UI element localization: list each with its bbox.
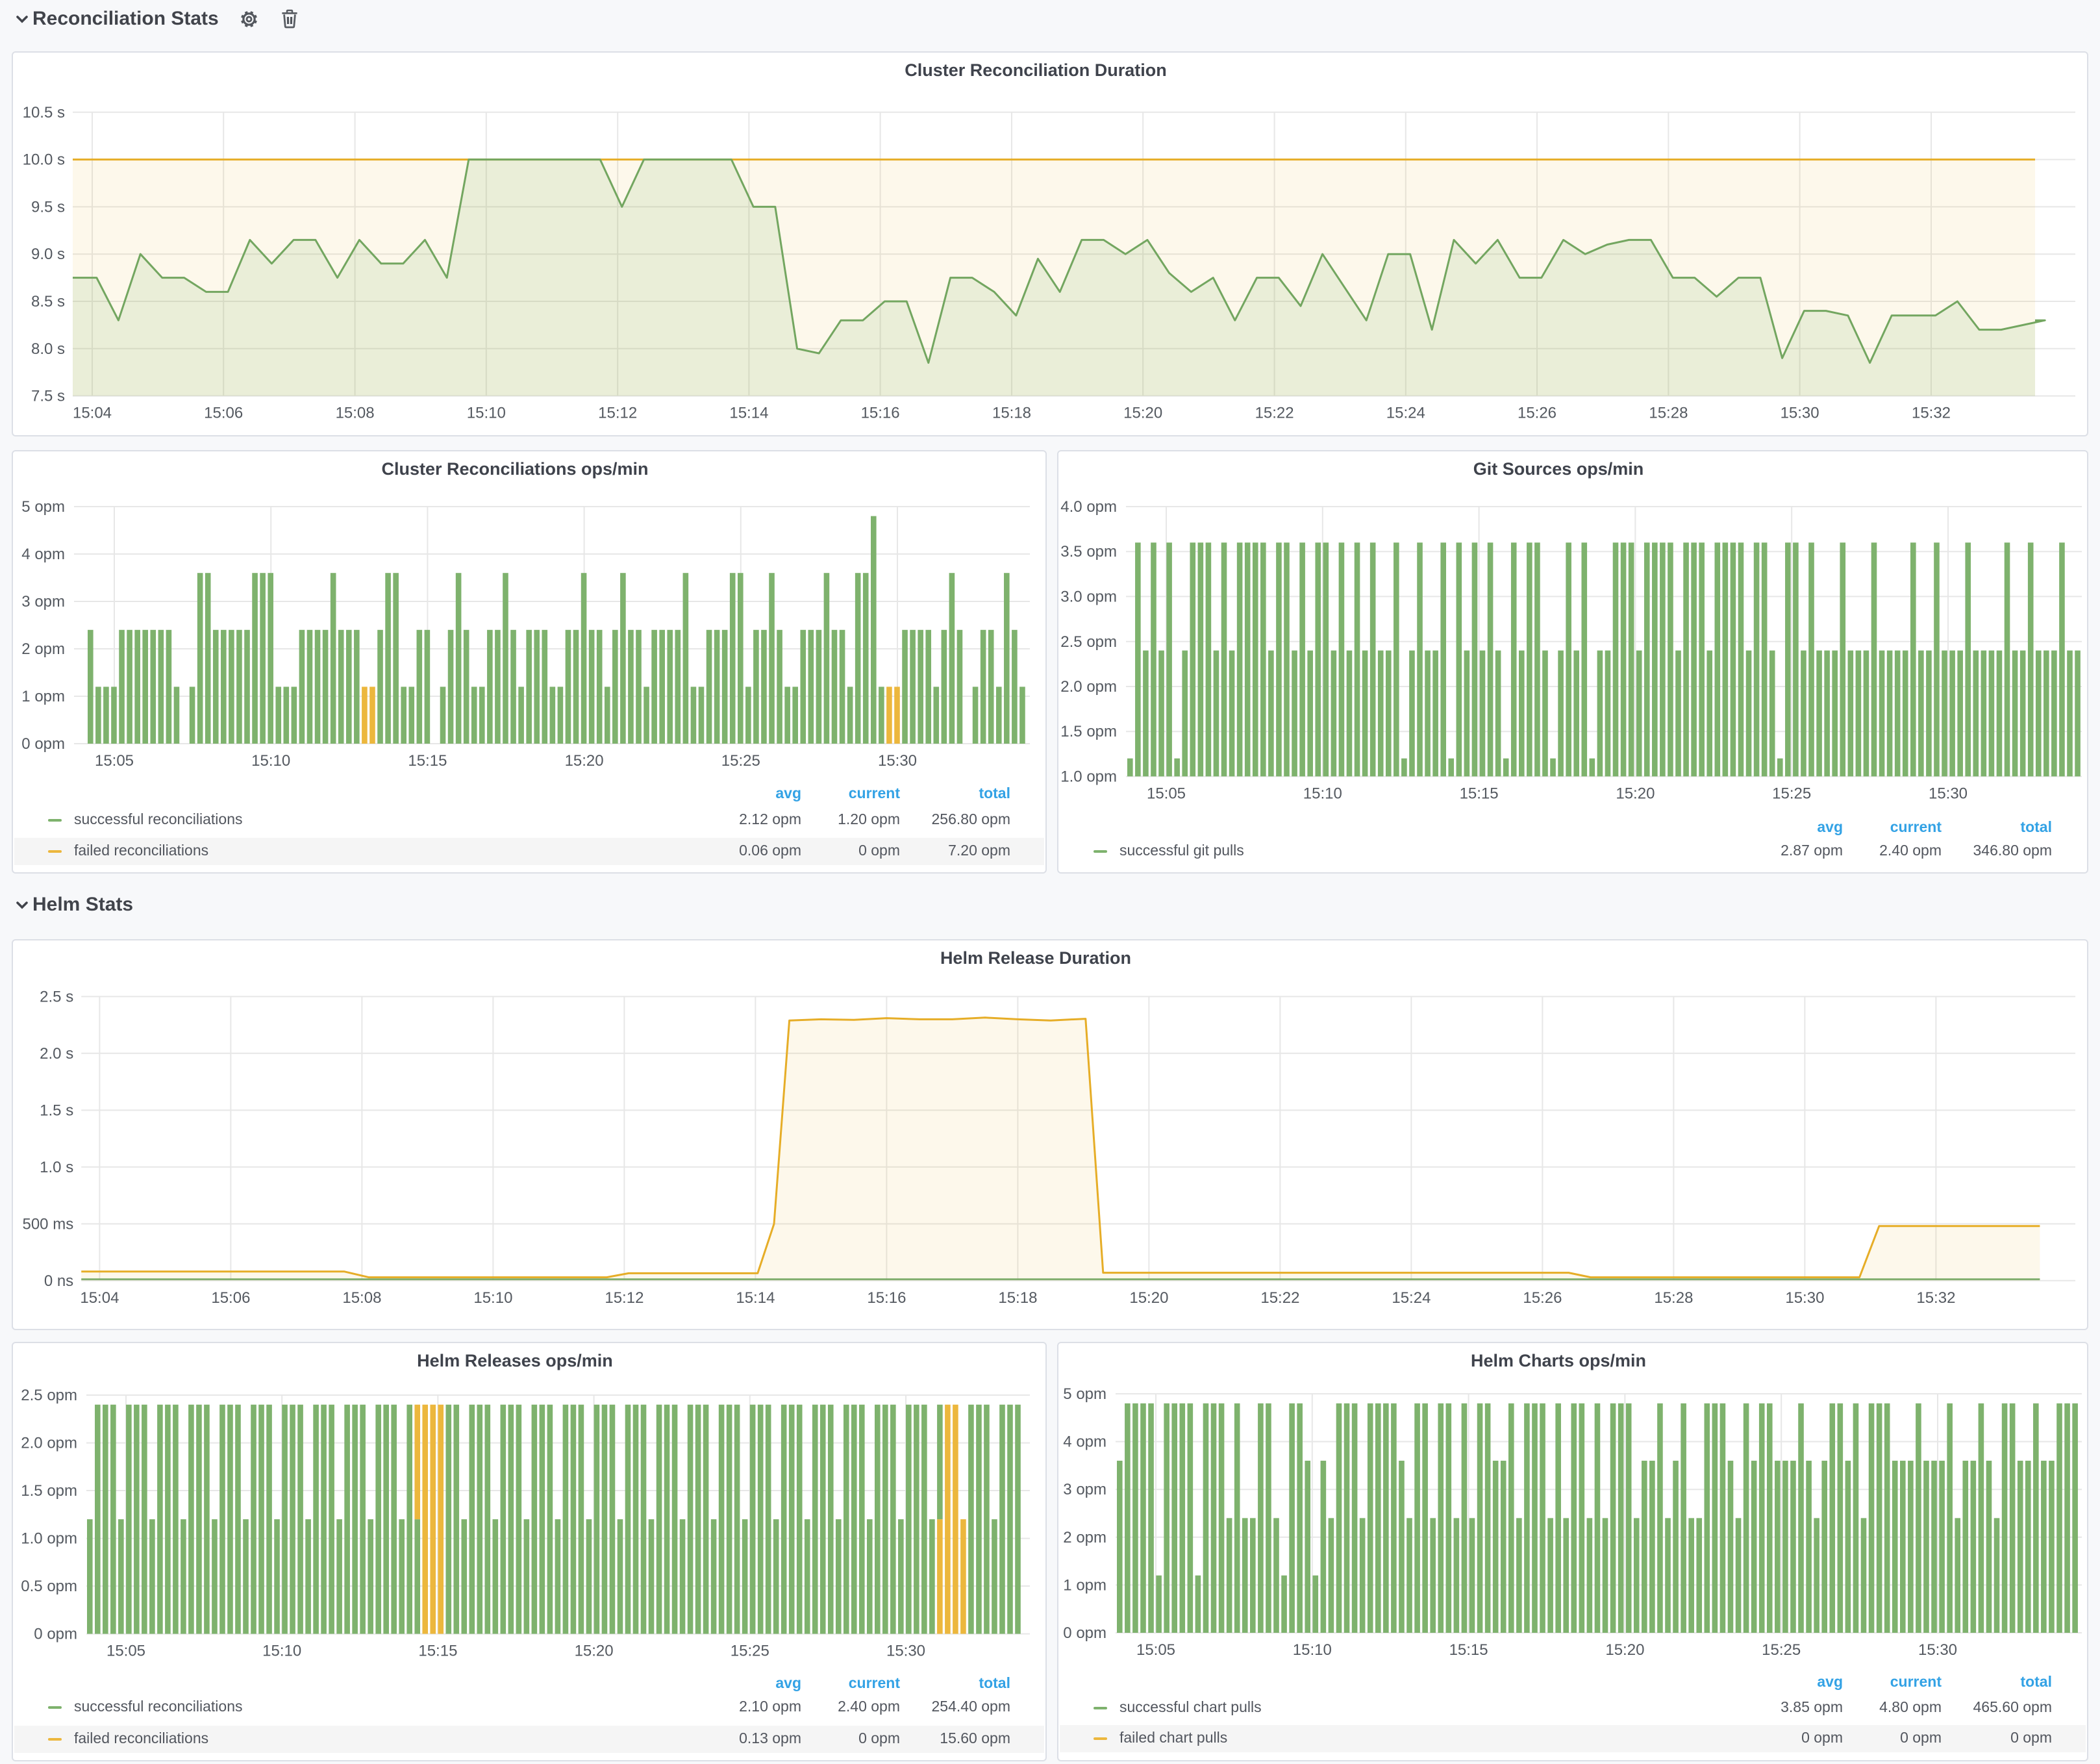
svg-text:15:15: 15:15 xyxy=(1449,1641,1488,1659)
svg-text:5 opm: 5 opm xyxy=(1063,1385,1106,1403)
svg-text:15:04: 15:04 xyxy=(80,1289,119,1307)
svg-text:15:18: 15:18 xyxy=(992,405,1031,422)
svg-text:15:22: 15:22 xyxy=(1260,1289,1299,1307)
svg-text:15:30: 15:30 xyxy=(1785,1289,1824,1307)
svg-text:2 opm: 2 opm xyxy=(21,640,65,658)
svg-text:3.5 opm: 3.5 opm xyxy=(1060,543,1117,561)
svg-text:0 opm: 0 opm xyxy=(34,1626,77,1643)
svg-text:15:12: 15:12 xyxy=(598,405,637,422)
svg-text:10.0 s: 10.0 s xyxy=(23,151,65,169)
svg-text:15:25: 15:25 xyxy=(731,1643,769,1660)
svg-text:5 opm: 5 opm xyxy=(21,498,65,516)
svg-text:15:30: 15:30 xyxy=(1781,405,1819,422)
svg-text:15:08: 15:08 xyxy=(342,1289,381,1307)
svg-text:15:15: 15:15 xyxy=(408,752,447,770)
svg-text:15:28: 15:28 xyxy=(1649,405,1688,422)
svg-text:1 opm: 1 opm xyxy=(21,688,65,705)
svg-text:15:14: 15:14 xyxy=(729,405,768,422)
svg-text:0 opm: 0 opm xyxy=(21,735,65,753)
svg-text:15:30: 15:30 xyxy=(1929,785,1968,802)
svg-text:2 opm: 2 opm xyxy=(1063,1529,1106,1546)
svg-text:15:30: 15:30 xyxy=(1918,1641,1957,1659)
svg-text:0.5 opm: 0.5 opm xyxy=(21,1578,77,1595)
svg-text:3 opm: 3 opm xyxy=(21,593,65,611)
svg-text:15:25: 15:25 xyxy=(721,752,760,770)
svg-text:3.0 opm: 3.0 opm xyxy=(1060,588,1117,605)
svg-text:15:15: 15:15 xyxy=(418,1643,457,1660)
svg-text:0 opm: 0 opm xyxy=(1063,1624,1106,1642)
svg-text:1.0 s: 1.0 s xyxy=(40,1159,73,1176)
svg-text:4.0 opm: 4.0 opm xyxy=(1060,498,1117,516)
svg-text:500 ms: 500 ms xyxy=(22,1215,73,1233)
svg-text:15:12: 15:12 xyxy=(605,1289,644,1307)
svg-text:15:26: 15:26 xyxy=(1523,1289,1562,1307)
svg-text:15:20: 15:20 xyxy=(575,1643,614,1660)
svg-text:15:25: 15:25 xyxy=(1762,1641,1801,1659)
svg-text:0 ns: 0 ns xyxy=(44,1272,73,1290)
svg-text:4 opm: 4 opm xyxy=(1063,1433,1106,1451)
svg-text:15:22: 15:22 xyxy=(1255,405,1294,422)
svg-text:1.5 opm: 1.5 opm xyxy=(21,1482,77,1500)
svg-text:15:06: 15:06 xyxy=(204,405,243,422)
svg-text:8.0 s: 8.0 s xyxy=(31,340,65,358)
svg-text:1 opm: 1 opm xyxy=(1063,1576,1106,1594)
svg-text:2.5 opm: 2.5 opm xyxy=(21,1387,77,1404)
svg-text:2.5 opm: 2.5 opm xyxy=(1060,633,1117,651)
svg-text:15:16: 15:16 xyxy=(867,1289,906,1307)
svg-text:15:16: 15:16 xyxy=(861,405,900,422)
svg-text:15:06: 15:06 xyxy=(211,1289,250,1307)
svg-text:15:05: 15:05 xyxy=(106,1643,145,1660)
svg-text:15:05: 15:05 xyxy=(1147,785,1186,802)
svg-text:15:25: 15:25 xyxy=(1772,785,1811,802)
svg-text:9.5 s: 9.5 s xyxy=(31,198,65,216)
svg-text:8.5 s: 8.5 s xyxy=(31,293,65,310)
svg-text:3 opm: 3 opm xyxy=(1063,1481,1106,1498)
svg-text:1.5 opm: 1.5 opm xyxy=(1060,723,1117,740)
svg-text:1.0 opm: 1.0 opm xyxy=(1060,768,1117,785)
svg-text:2.0 opm: 2.0 opm xyxy=(1060,678,1117,696)
svg-text:15:30: 15:30 xyxy=(878,752,917,770)
svg-text:15:20: 15:20 xyxy=(1129,1289,1168,1307)
svg-text:2.0 opm: 2.0 opm xyxy=(21,1435,77,1452)
svg-text:7.5 s: 7.5 s xyxy=(31,388,65,405)
svg-text:15:24: 15:24 xyxy=(1386,405,1425,422)
svg-text:15:32: 15:32 xyxy=(1916,1289,1955,1307)
svg-text:9.0 s: 9.0 s xyxy=(31,246,65,263)
svg-text:15:20: 15:20 xyxy=(1123,405,1162,422)
svg-text:15:20: 15:20 xyxy=(1616,785,1655,802)
svg-text:15:08: 15:08 xyxy=(336,405,375,422)
svg-text:1.5 s: 1.5 s xyxy=(40,1102,73,1119)
svg-text:15:10: 15:10 xyxy=(467,405,506,422)
svg-text:4 opm: 4 opm xyxy=(21,546,65,563)
svg-text:15:30: 15:30 xyxy=(886,1643,925,1660)
svg-text:15:10: 15:10 xyxy=(251,752,290,770)
svg-text:15:26: 15:26 xyxy=(1518,405,1556,422)
svg-text:15:28: 15:28 xyxy=(1654,1289,1693,1307)
svg-text:10.5 s: 10.5 s xyxy=(23,104,65,121)
svg-text:15:10: 15:10 xyxy=(1293,1641,1332,1659)
svg-text:2.5 s: 2.5 s xyxy=(40,988,73,1005)
svg-text:15:14: 15:14 xyxy=(736,1289,775,1307)
svg-text:15:20: 15:20 xyxy=(1605,1641,1644,1659)
svg-text:15:15: 15:15 xyxy=(1460,785,1499,802)
svg-text:15:10: 15:10 xyxy=(473,1289,512,1307)
svg-text:1.0 opm: 1.0 opm xyxy=(21,1530,77,1548)
svg-text:2.0 s: 2.0 s xyxy=(40,1045,73,1063)
svg-text:15:04: 15:04 xyxy=(73,405,112,422)
svg-text:15:24: 15:24 xyxy=(1392,1289,1431,1307)
svg-text:15:32: 15:32 xyxy=(1912,405,1951,422)
svg-text:15:10: 15:10 xyxy=(1303,785,1342,802)
svg-text:15:18: 15:18 xyxy=(998,1289,1037,1307)
svg-text:15:10: 15:10 xyxy=(262,1643,301,1660)
svg-text:15:05: 15:05 xyxy=(1136,1641,1175,1659)
svg-text:15:20: 15:20 xyxy=(565,752,604,770)
svg-text:15:05: 15:05 xyxy=(95,752,134,770)
